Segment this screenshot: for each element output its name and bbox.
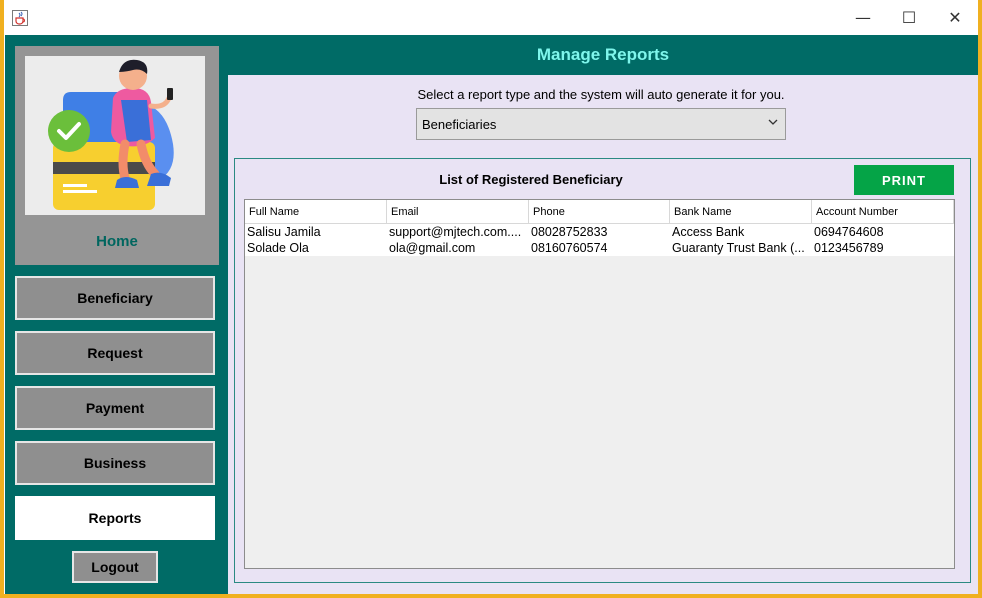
cell-full-name: Solade Ola	[247, 241, 309, 255]
report-list-panel: List of Registered Beneficiary PRINT Ful…	[234, 158, 971, 583]
table-row[interactable]: Solade Ola ola@gmail.com 08160760574 Gua…	[245, 240, 954, 256]
minimize-button[interactable]: —	[840, 0, 886, 35]
main-panel: Manage Reports Select a report type and …	[228, 35, 978, 594]
logout-button[interactable]: Logout	[72, 551, 158, 583]
nav-payment-button[interactable]: Payment	[15, 386, 215, 430]
app-window: — ☐ ✕ Home Beneficiary Request Payment B…	[0, 0, 982, 598]
column-header-phone[interactable]: Phone	[529, 200, 670, 224]
nav-reports-button[interactable]: Reports	[15, 496, 215, 540]
list-title: List of Registered Beneficiary	[439, 172, 623, 187]
report-hint-text: Select a report type and the system will…	[417, 87, 785, 102]
column-header-email[interactable]: Email	[387, 200, 529, 224]
print-button[interactable]: PRINT	[854, 165, 954, 195]
cell-phone: 08028752833	[531, 225, 608, 239]
sidebar: Home Beneficiary Request Payment Busines…	[5, 35, 228, 594]
cell-bank-name: Access Bank	[672, 225, 745, 239]
table-row[interactable]: Salisu Jamila support@mjtech.com.... 080…	[245, 224, 954, 240]
cell-email: ola@gmail.com	[389, 241, 476, 255]
cell-phone: 08160760574	[531, 241, 608, 255]
report-type-value: Beneficiaries	[422, 116, 497, 132]
cell-bank-name: Guaranty Trust Bank (...	[672, 241, 805, 255]
column-header-bank-name[interactable]: Bank Name	[670, 200, 812, 224]
table-header: Full Name Email Phone Bank Name Account …	[245, 200, 954, 224]
column-header-full-name[interactable]: Full Name	[245, 200, 387, 224]
person-on-credit-card-illustration	[25, 56, 205, 215]
cell-account-number: 0694764608	[814, 225, 884, 239]
cell-account-number: 0123456789	[814, 241, 884, 255]
nav-request-button[interactable]: Request	[15, 331, 215, 375]
header-bar: Manage Reports	[228, 35, 978, 75]
report-type-select[interactable]: Beneficiaries	[416, 108, 786, 140]
home-card[interactable]: Home	[15, 46, 219, 265]
cell-full-name: Salisu Jamila	[247, 225, 321, 239]
chevron-down-icon	[767, 116, 779, 128]
close-button[interactable]: ✕	[932, 0, 978, 35]
maximize-button[interactable]: ☐	[886, 0, 932, 35]
column-header-account-number[interactable]: Account Number	[812, 200, 954, 224]
page-title: Manage Reports	[536, 45, 670, 64]
title-bar: — ☐ ✕	[4, 0, 978, 35]
nav-business-button[interactable]: Business	[15, 441, 215, 485]
nav-beneficiary-button[interactable]: Beneficiary	[15, 276, 215, 320]
cell-email: support@mjtech.com....	[389, 225, 522, 239]
java-cup-icon	[12, 10, 28, 26]
home-label: Home	[96, 233, 138, 250]
beneficiary-table[interactable]: Full Name Email Phone Bank Name Account …	[244, 199, 955, 569]
